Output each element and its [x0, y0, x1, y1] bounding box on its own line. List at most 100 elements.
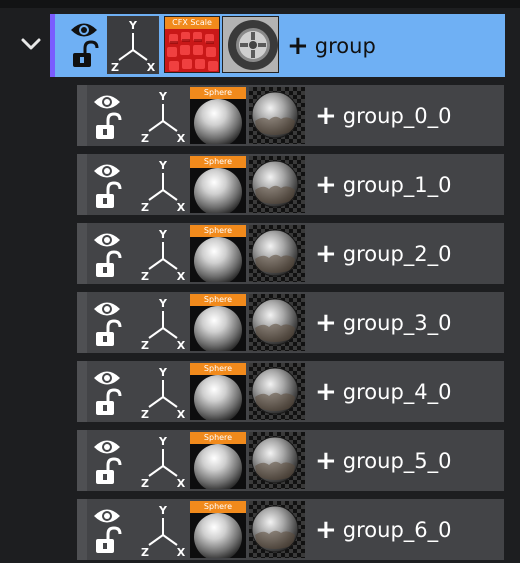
environment-map-thumbnail[interactable]	[249, 501, 305, 558]
eye-icon[interactable]	[94, 371, 120, 385]
sphere-material-thumbnail[interactable]: Sphere	[190, 363, 246, 420]
child-label[interactable]: + group_4_0	[315, 361, 452, 422]
visibility-lock-icons	[94, 95, 122, 139]
add-icon[interactable]: +	[315, 448, 337, 474]
unlock-icon[interactable]	[96, 112, 122, 139]
visibility-lock-icons	[94, 164, 122, 208]
axis-z-label: Z	[141, 477, 149, 490]
child-label[interactable]: + group_6_0	[315, 499, 452, 560]
child-label[interactable]: + group_5_0	[315, 430, 452, 491]
eye-icon[interactable]	[94, 302, 120, 316]
child-name: group_0_0	[342, 103, 452, 128]
axis-x-label: X	[177, 339, 186, 352]
sphere-label: Sphere	[190, 156, 246, 168]
sphere-material-thumbnail[interactable]: Sphere	[190, 87, 246, 144]
group-name: group	[314, 33, 376, 58]
axis-gizmo-icon: Y Z X	[137, 432, 189, 490]
environment-map-thumbnail[interactable]	[249, 225, 305, 282]
eye-icon[interactable]	[94, 440, 120, 454]
environment-map-thumbnail[interactable]	[249, 432, 305, 489]
child-row[interactable]: Y Z X Sphere	[77, 154, 504, 215]
add-icon[interactable]: +	[315, 379, 337, 405]
cfx-scale-thumbnail[interactable]: CFX Scale	[164, 16, 220, 73]
add-icon[interactable]: +	[315, 103, 337, 129]
visibility-lock-icons	[94, 509, 122, 553]
axis-x-label: X	[177, 477, 186, 490]
indent-stripe	[77, 361, 87, 422]
unlock-icon[interactable]	[73, 40, 99, 67]
sphere-material-thumbnail[interactable]: Sphere	[190, 156, 246, 213]
unlock-icon[interactable]	[96, 319, 122, 346]
unlock-icon[interactable]	[96, 181, 122, 208]
axis-x-label: X	[177, 546, 186, 559]
group-row[interactable]: Y Z X CFX Scale + group	[50, 14, 505, 77]
child-row[interactable]: Y Z X Sphere	[77, 361, 504, 422]
child-name: group_6_0	[342, 517, 452, 542]
unlock-icon[interactable]	[96, 250, 122, 277]
child-label[interactable]: + group_0_0	[315, 85, 452, 146]
axis-z-label: Z	[111, 61, 119, 74]
eye-icon[interactable]	[94, 509, 120, 523]
axis-x-label: X	[177, 132, 186, 145]
axis-x-label: X	[177, 408, 186, 421]
unlock-icon[interactable]	[96, 457, 122, 484]
axis-gizmo-icon: Y Z X	[137, 225, 189, 283]
child-name: group_3_0	[342, 310, 452, 335]
eye-icon[interactable]	[94, 164, 120, 178]
sphere-label: Sphere	[190, 87, 246, 99]
axis-y-label: Y	[158, 504, 168, 517]
child-row[interactable]: Y Z X Sphere	[77, 292, 504, 353]
add-icon[interactable]: +	[315, 172, 337, 198]
sphere-label: Sphere	[190, 225, 246, 237]
indent-stripe	[77, 223, 87, 284]
eye-icon[interactable]	[71, 23, 97, 37]
environment-map-thumbnail[interactable]	[249, 156, 305, 213]
sphere-label: Sphere	[190, 501, 246, 513]
child-row[interactable]: Y Z X Sphere	[77, 85, 504, 146]
axis-x-label: X	[177, 270, 186, 283]
child-name: group_5_0	[342, 448, 452, 473]
child-label[interactable]: + group_3_0	[315, 292, 452, 353]
eye-icon[interactable]	[94, 95, 120, 109]
visibility-lock-icons	[94, 233, 122, 277]
child-label[interactable]: + group_1_0	[315, 154, 452, 215]
axis-z-label: Z	[141, 408, 149, 421]
chevron-down-icon[interactable]	[20, 36, 42, 54]
environment-map-thumbnail[interactable]	[249, 363, 305, 420]
sphere-label: Sphere	[190, 432, 246, 444]
unlock-icon[interactable]	[96, 526, 122, 553]
environment-map-thumbnail[interactable]	[249, 294, 305, 351]
sphere-material-thumbnail[interactable]: Sphere	[190, 225, 246, 282]
axis-z-label: Z	[141, 270, 149, 283]
axis-x-label: X	[177, 201, 186, 214]
child-row[interactable]: Y Z X Sphere	[77, 430, 504, 491]
add-icon[interactable]: +	[315, 241, 337, 267]
axis-gizmo-icon: Y Z X	[137, 156, 189, 214]
add-icon[interactable]: +	[315, 310, 337, 336]
cfx-scale-label: CFX Scale	[165, 17, 219, 29]
child-name: group_4_0	[342, 379, 452, 404]
axis-gizmo-icon: Y Z X	[137, 87, 189, 145]
unlock-icon[interactable]	[96, 388, 122, 415]
axis-y-label: Y	[158, 159, 168, 172]
axis-gizmo-icon: Y Z X	[137, 363, 189, 421]
indent-stripe	[77, 292, 87, 353]
axis-gizmo-icon: Y Z X	[137, 501, 189, 559]
indent-stripe	[77, 85, 87, 146]
sphere-material-thumbnail[interactable]: Sphere	[190, 294, 246, 351]
sphere-material-thumbnail[interactable]: Sphere	[190, 432, 246, 489]
axis-y-label: Y	[158, 90, 168, 103]
add-icon[interactable]: +	[287, 33, 309, 59]
axis-gizmo-icon: Y Z X	[137, 294, 189, 352]
child-row[interactable]: Y Z X Sphere	[77, 499, 504, 560]
axis-y-label: Y	[158, 366, 168, 379]
eye-icon[interactable]	[94, 233, 120, 247]
wheel-thumbnail[interactable]	[222, 16, 279, 73]
sphere-material-thumbnail[interactable]: Sphere	[190, 501, 246, 558]
group-label[interactable]: + group	[287, 14, 376, 77]
add-icon[interactable]: +	[315, 517, 337, 543]
environment-map-thumbnail[interactable]	[249, 87, 305, 144]
axis-z-label: Z	[141, 546, 149, 559]
child-label[interactable]: + group_2_0	[315, 223, 452, 284]
child-row[interactable]: Y Z X Sphere	[77, 223, 504, 284]
